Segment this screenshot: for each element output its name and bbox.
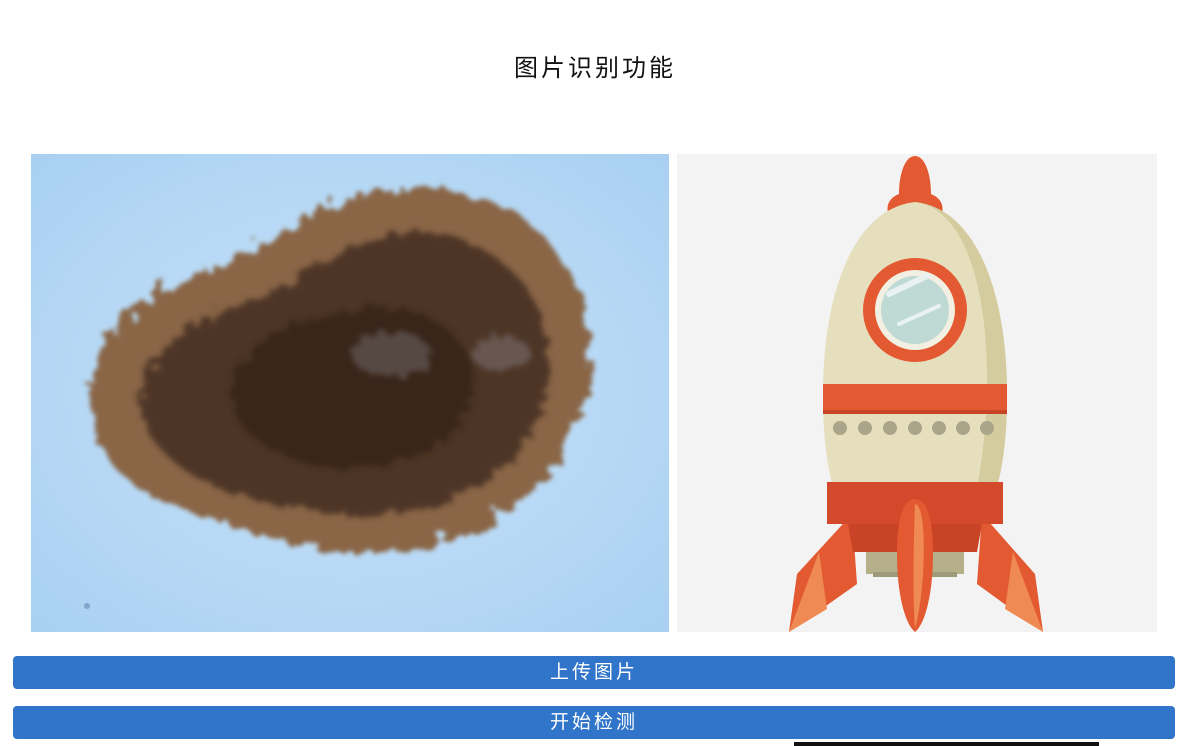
rocket-image: [677, 154, 1157, 632]
bottom-edge-bar: [794, 742, 1099, 746]
upload-image-button[interactable]: 上传图片: [13, 656, 1175, 689]
lesion-image: [31, 154, 669, 632]
page-title: 图片识别功能: [514, 54, 676, 82]
start-detection-button[interactable]: 开始检测: [13, 706, 1175, 739]
